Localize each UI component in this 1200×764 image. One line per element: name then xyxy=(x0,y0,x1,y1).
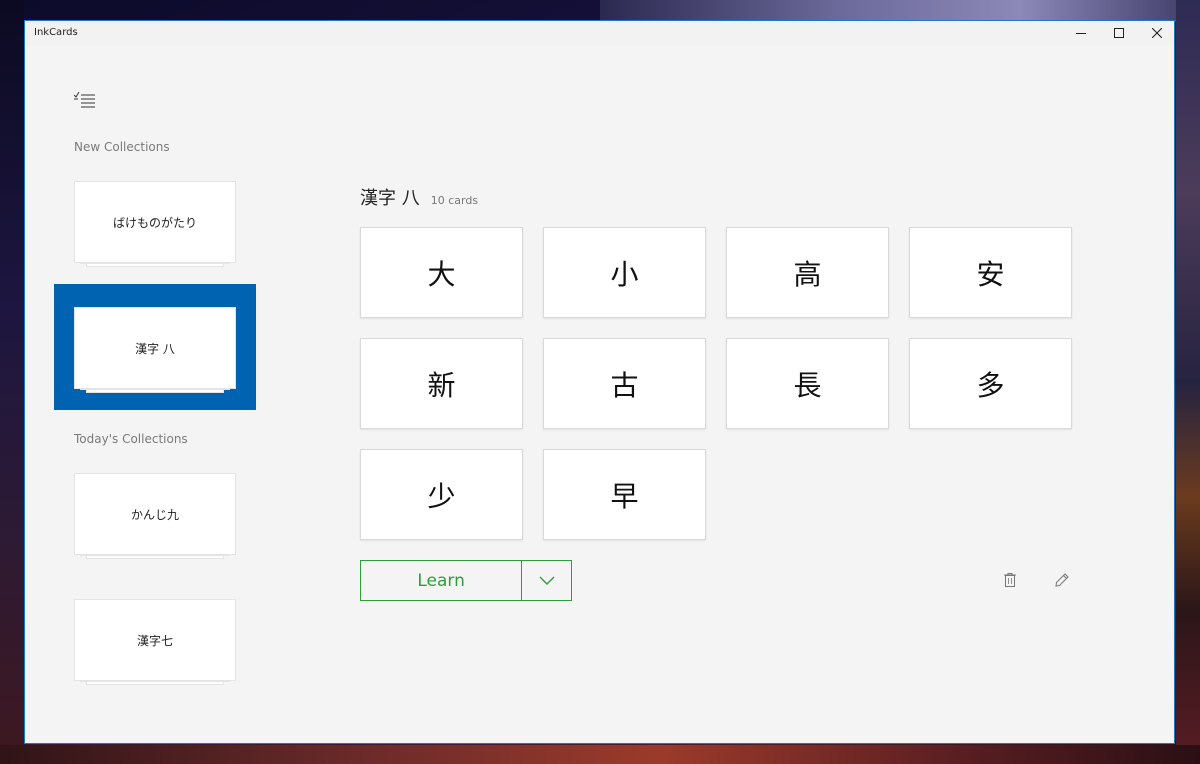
collection-name: 漢字 八 xyxy=(360,188,420,209)
flash-card[interactable]: 長 xyxy=(726,338,889,429)
learn-options-button[interactable] xyxy=(521,561,571,600)
learn-button[interactable]: Learn xyxy=(361,561,521,600)
flash-card[interactable]: 早 xyxy=(543,449,706,540)
window-title: InkCards xyxy=(34,27,78,38)
collection-kanji-8[interactable]: 漢字 八 xyxy=(74,307,236,393)
minimize-icon xyxy=(1076,32,1086,34)
todays-collections-label: Today's Collections xyxy=(74,432,188,446)
flash-card[interactable]: 古 xyxy=(543,338,706,429)
flash-card[interactable]: 少 xyxy=(360,449,523,540)
delete-icon xyxy=(1004,573,1016,587)
flash-card[interactable]: 大 xyxy=(360,227,523,318)
flash-card[interactable]: 新 xyxy=(360,338,523,429)
close-icon xyxy=(1152,28,1162,38)
collection-title: 漢字 八 xyxy=(74,307,236,389)
edit-button[interactable] xyxy=(1053,571,1071,589)
menu-button[interactable] xyxy=(73,91,96,108)
menu-list-icon xyxy=(73,91,95,108)
edit-icon xyxy=(1055,573,1069,587)
desktop-background-top xyxy=(600,0,1200,22)
collection-title: 漢字七 xyxy=(74,599,236,681)
app-window: InkCards New Collections ばけものがたり 漢字 八 To… xyxy=(24,20,1175,744)
new-collections-label: New Collections xyxy=(74,140,170,154)
collection-heading: 漢字 八 10 cards xyxy=(360,184,478,210)
collection-kanji-9[interactable]: かんじ九 xyxy=(74,473,236,559)
maximize-button[interactable] xyxy=(1100,21,1138,45)
desktop-background-right xyxy=(1176,0,1200,764)
minimize-button[interactable] xyxy=(1062,21,1100,45)
collection-title: ばけものがたり xyxy=(74,181,236,263)
flash-card[interactable]: 高 xyxy=(726,227,889,318)
desktop-background-bottom xyxy=(0,745,1200,764)
collection-title: かんじ九 xyxy=(74,473,236,555)
collection-bakemonogatari[interactable]: ばけものがたり xyxy=(74,181,236,267)
flash-card[interactable]: 多 xyxy=(909,338,1072,429)
collection-kanji-7[interactable]: 漢字七 xyxy=(74,599,236,685)
flash-card[interactable]: 小 xyxy=(543,227,706,318)
title-bar[interactable]: InkCards xyxy=(25,21,1174,45)
close-button[interactable] xyxy=(1138,21,1176,45)
learn-split-button: Learn xyxy=(360,560,572,601)
card-count: 10 cards xyxy=(430,194,479,207)
desktop-background-left xyxy=(0,0,24,764)
maximize-icon xyxy=(1114,28,1124,38)
chevron-down-icon xyxy=(539,576,555,585)
delete-button[interactable] xyxy=(1001,571,1019,589)
flash-card[interactable]: 安 xyxy=(909,227,1072,318)
